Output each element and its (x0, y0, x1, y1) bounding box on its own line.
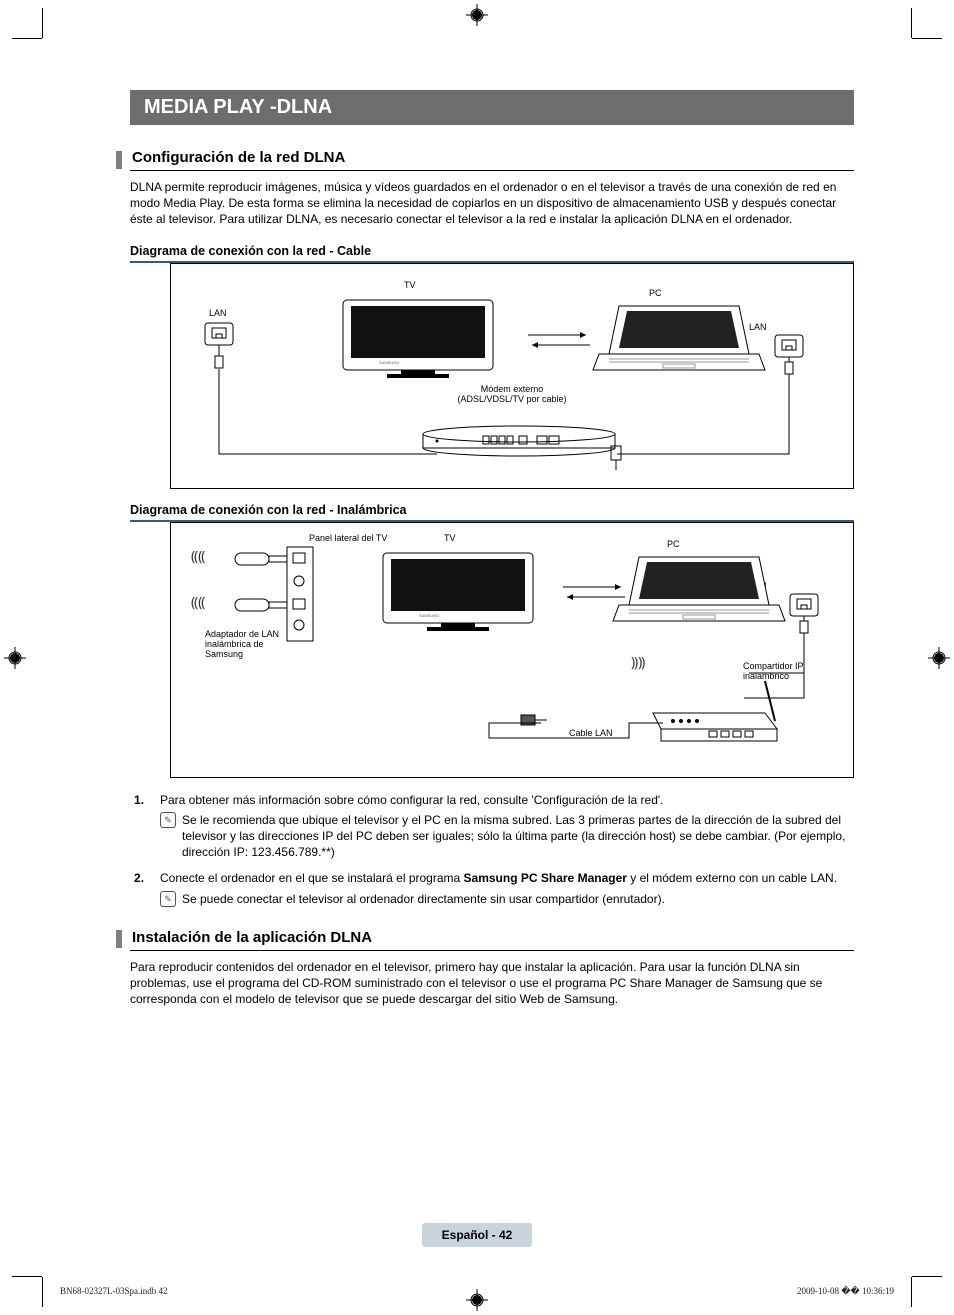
tv-icon: SAMSUNG (339, 298, 499, 391)
section-title: Configuración de la red DLNA (132, 149, 345, 170)
note: ✎ Se puede conectar el televisor al orde… (160, 891, 854, 907)
section-intro: DLNA permite reproducir imágenes, música… (130, 179, 854, 228)
steps-list: Para obtener más información sobre cómo … (130, 792, 854, 907)
note: ✎ Se le recomienda que ubique el televis… (160, 812, 854, 861)
lan-port-icon (789, 593, 823, 638)
section-heading: Configuración de la red DLNA (130, 149, 854, 171)
tv-side-panel-icon (209, 545, 319, 648)
note-icon: ✎ (160, 891, 176, 907)
registration-mark-icon (4, 647, 26, 669)
crop-mark (12, 1276, 42, 1277)
note-text: Se le recomienda que ubique el televisor… (182, 812, 854, 861)
lan-port-icon (204, 322, 238, 375)
crop-mark (42, 1277, 43, 1307)
registration-mark-icon (466, 4, 488, 26)
svg-text:SAMSUNG: SAMSUNG (419, 613, 439, 618)
section-heading: Instalación de la aplicación DLNA (130, 929, 854, 951)
crop-mark (912, 38, 942, 39)
list-item: Para obtener más información sobre cómo … (130, 792, 854, 861)
svg-text:SAMSUNG: SAMSUNG (379, 360, 399, 365)
tv-icon: SAMSUNG (379, 551, 539, 644)
label-tv: TV (404, 280, 416, 290)
label-cable: Cable LAN (569, 728, 613, 738)
wifi-icon: ⸩⸩ (631, 653, 645, 672)
heading-bar-icon (116, 151, 122, 169)
page-title-bar: MEDIA PLAY -DLNA (130, 90, 854, 125)
modem-icon (419, 414, 619, 461)
step-text: Para obtener más información sobre cómo … (160, 793, 664, 807)
note-text: Se puede conectar el televisor al ordena… (182, 891, 854, 907)
page-footer: Español - 42 (0, 1223, 954, 1247)
section-title: Instalación de la aplicación DLNA (132, 929, 372, 950)
page-title: MEDIA PLAY -DLNA (144, 96, 332, 118)
cable-plug-icon (519, 711, 549, 736)
crop-mark (42, 8, 43, 38)
label-router-l1: Compartidor IP (743, 661, 804, 671)
step-bold: Samsung PC Share Manager (464, 871, 627, 885)
page-number-pill: Español - 42 (422, 1223, 533, 1247)
crop-mark (912, 1276, 942, 1277)
label-tv: TV (444, 533, 456, 543)
print-footer: BN68-02327L-03Spa.indb 42 2009-10-08 �� … (60, 1286, 894, 1297)
crop-mark (911, 8, 912, 38)
section-intro: Para reproducir contenidos del ordenador… (130, 959, 854, 1008)
label-adapter-l3: Samsung (205, 649, 243, 659)
note-icon: ✎ (160, 812, 176, 828)
router-icon (645, 673, 785, 756)
crop-mark (12, 38, 42, 39)
step-text-part: Conecte el ordenador en el que se instal… (160, 871, 464, 885)
label-panel: Panel lateral del TV (309, 533, 387, 543)
label-lan-left: LAN (209, 308, 227, 318)
diagram-subtitle: Diagrama de conexión con la red - Inalám… (130, 503, 854, 522)
lan-port-icon (774, 334, 808, 379)
laptop-icon (589, 304, 769, 387)
wifi-icon: ⸨⸨ (191, 547, 205, 566)
step-text-part: y el módem externo con un cable LAN. (627, 871, 837, 885)
label-pc: PC (649, 288, 662, 298)
label-modem-line2: (ADSL/VDSL/TV por cable) (457, 394, 566, 404)
registration-mark-icon (928, 647, 950, 669)
heading-bar-icon (116, 930, 122, 948)
cable-plug-icon (607, 444, 627, 475)
label-pc: PC (667, 539, 680, 549)
diagram-subtitle: Diagrama de conexión con la red - Cable (130, 244, 854, 263)
diagram-wireless: Panel lateral del TV TV PC LAN Adaptador… (170, 522, 854, 778)
doc-timestamp: 2009-10-08 �� 10:36:19 (797, 1286, 894, 1297)
laptop-icon (609, 555, 789, 638)
diagram-cable: TV PC LAN LAN Módem externo (ADSL/VDSL/T… (170, 263, 854, 489)
crop-mark (911, 1277, 912, 1307)
footer-lang: Español - (442, 1228, 499, 1242)
wifi-icon: ⸨⸨ (191, 593, 205, 612)
arrows-icon (524, 329, 594, 356)
list-item: Conecte el ordenador en el que se instal… (130, 870, 854, 906)
footer-page: 42 (499, 1228, 512, 1242)
doc-filename: BN68-02327L-03Spa.indb 42 (60, 1286, 168, 1297)
